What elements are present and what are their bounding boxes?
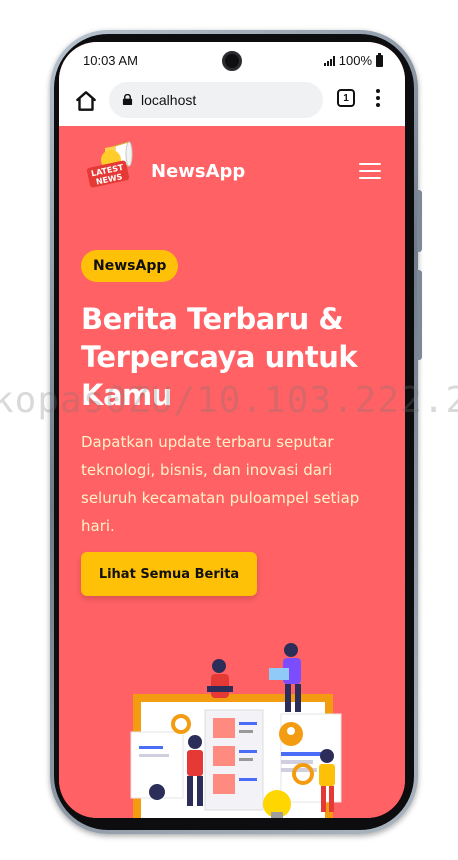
power-button [417, 190, 422, 252]
hero-description: Dapatkan update terbaru seputar teknolog… [81, 433, 360, 535]
hero-badge: NewsApp [81, 250, 179, 282]
url-text: localhost [141, 92, 197, 108]
team-collaboration-illustration [130, 643, 342, 818]
volume-button [417, 270, 422, 360]
browser-toolbar: localhost 1 [59, 78, 405, 126]
status-indicators: 100% [323, 52, 383, 68]
tabs-count-button[interactable]: 1 [337, 89, 355, 107]
more-vert-icon[interactable] [371, 86, 385, 110]
status-bar: 10:03 AM 100% [59, 42, 405, 78]
phone-screen: 10:03 AM 100% localhost 1 LATEST NEWS Ne… [59, 42, 405, 818]
battery-icon [376, 52, 383, 67]
web-page: LATEST NEWS NewsApp NewsApp Berita Terba… [59, 126, 405, 818]
hamburger-icon[interactable] [359, 163, 381, 179]
view-all-news-button[interactable]: Lihat Semua Berita [81, 552, 257, 596]
address-bar[interactable]: localhost [109, 82, 323, 118]
home-icon[interactable] [73, 88, 99, 114]
lock-icon [122, 94, 133, 105]
latest-news-logo[interactable]: LATEST NEWS [85, 140, 133, 190]
front-camera [222, 51, 242, 71]
battery-percentage: 100% [338, 53, 372, 68]
signal-icon [323, 55, 335, 66]
status-time: 10:03 AM [83, 53, 138, 68]
hero-title: Berita Terbaru & Terpercaya untuk Kamu [81, 302, 358, 412]
brand-name[interactable]: NewsApp [151, 161, 245, 182]
